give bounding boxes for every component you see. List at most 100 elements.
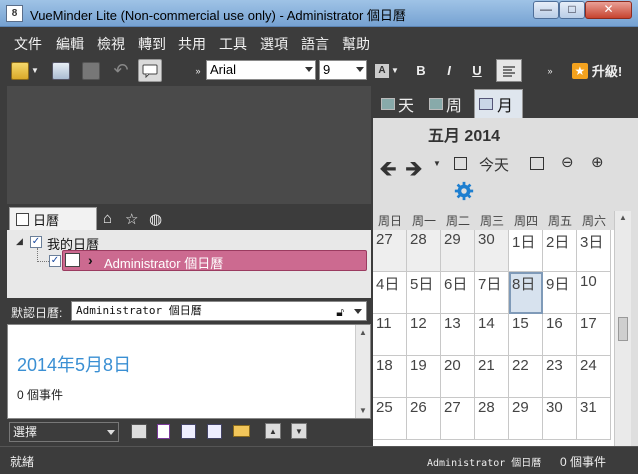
day-cell[interactable]: 28 <box>407 230 441 272</box>
day-cell[interactable]: 27 <box>373 230 407 272</box>
new-event-button[interactable]: ▼ <box>10 59 40 82</box>
envelope-icon[interactable] <box>233 425 250 437</box>
menu-view[interactable]: 檢視 <box>97 34 125 54</box>
email-button[interactable] <box>80 59 102 82</box>
print-icon[interactable] <box>131 424 147 439</box>
day-cell[interactable]: 4日 <box>373 272 407 314</box>
maximize-button[interactable]: □ <box>559 1 585 19</box>
tab-tags[interactable]: ⌂ <box>103 207 123 230</box>
tab-week[interactable]: 周 <box>429 89 475 118</box>
italic-button[interactable]: I <box>438 59 460 82</box>
menu-tools[interactable]: 工具 <box>219 34 247 54</box>
calendar-item-selected[interactable]: › Administrator 個日曆 <box>62 250 367 271</box>
scroll-up-icon[interactable]: ▲ <box>359 328 367 337</box>
document-icon[interactable] <box>157 424 170 439</box>
menu-options[interactable]: 選項 <box>260 34 288 54</box>
day-cell[interactable]: 30 <box>543 398 577 440</box>
day-cell[interactable]: 14 <box>475 314 509 356</box>
zoom-in-icon[interactable]: ⊕ <box>591 153 604 171</box>
day-cell[interactable]: 19 <box>407 356 441 398</box>
day-cell[interactable]: 13 <box>441 314 475 356</box>
move-up-icon[interactable]: ▲ <box>265 423 281 439</box>
day-cell[interactable]: 3日 <box>577 230 611 272</box>
day-cell[interactable]: 29 <box>441 230 475 272</box>
day-cell[interactable]: 29 <box>509 398 543 440</box>
notes-button[interactable] <box>138 59 162 82</box>
day-cell[interactable]: 27 <box>441 398 475 440</box>
menu-language[interactable]: 語言 <box>301 34 329 54</box>
menu-edit[interactable]: 編輯 <box>56 34 84 54</box>
day-cell[interactable]: 25 <box>373 398 407 440</box>
date-picker-icon[interactable] <box>530 157 544 170</box>
default-calendar-label: 默認日曆: <box>11 306 63 320</box>
move-down-icon[interactable]: ▼ <box>291 423 307 439</box>
day-cell[interactable]: 2日 <box>543 230 577 272</box>
root-checkbox[interactable]: ✓ <box>30 236 42 248</box>
calendar-checkbox[interactable]: ✓ <box>49 255 61 267</box>
day-cell[interactable]: 26 <box>407 398 441 440</box>
scroll-thumb[interactable] <box>618 317 628 341</box>
dropdown-arrow-icon[interactable]: ▼ <box>433 159 441 168</box>
day-cell[interactable]: 15 <box>509 314 543 356</box>
tab-month[interactable]: 月 <box>474 89 523 118</box>
paste-icon[interactable] <box>207 424 222 439</box>
month-scrollbar[interactable]: ▲ <box>614 211 631 446</box>
tab-internet[interactable]: ◍ <box>149 207 169 230</box>
menu-goto[interactable]: 轉到 <box>138 34 166 54</box>
scroll-up-icon[interactable]: ▲ <box>619 213 627 222</box>
day-cell[interactable]: 22 <box>509 356 543 398</box>
day-cell[interactable]: 10 <box>577 272 611 314</box>
copy-icon[interactable] <box>181 424 196 439</box>
day-cell[interactable]: 24 <box>577 356 611 398</box>
overflow-chevron-icon[interactable]: » <box>193 59 203 82</box>
day-cell[interactable]: 9日 <box>543 272 577 314</box>
day-cell[interactable]: 21 <box>475 356 509 398</box>
underline-button[interactable]: U <box>466 59 488 82</box>
settings-gear-icon[interactable] <box>453 180 475 202</box>
tab-day[interactable]: 天 <box>381 89 427 118</box>
today-button[interactable]: 今天 <box>479 154 509 175</box>
open-button[interactable] <box>50 59 72 82</box>
undo-button[interactable]: ↶ <box>110 59 132 82</box>
align-button[interactable] <box>496 59 522 82</box>
menu-help[interactable]: 幫助 <box>342 34 370 54</box>
day-cell[interactable]: 30 <box>475 230 509 272</box>
bold-button[interactable]: B <box>410 59 432 82</box>
menu-share[interactable]: 共用 <box>178 34 206 54</box>
close-button[interactable]: ✕ <box>585 1 632 19</box>
collapse-arrow-icon[interactable]: ◢ <box>16 236 23 247</box>
text-color-button[interactable]: A ▼ <box>373 59 401 82</box>
previous-arrow-icon[interactable]: 🡸︎ <box>379 152 397 190</box>
day-cell[interactable]: 5日 <box>407 272 441 314</box>
day-cell[interactable]: 12 <box>407 314 441 356</box>
font-size-select[interactable]: 9 <box>319 60 367 80</box>
day-cell[interactable]: 18 <box>373 356 407 398</box>
default-calendar-select[interactable]: Administrator 個日曆 🔓︎ <box>71 301 367 321</box>
menu-file[interactable]: 文件 <box>14 34 42 54</box>
day-cell-today[interactable]: 8日 <box>509 272 543 314</box>
day-cell[interactable]: 7日 <box>475 272 509 314</box>
day-cell[interactable]: 20 <box>441 356 475 398</box>
weekday-label: 周日 <box>377 214 402 228</box>
upgrade-button[interactable]: ★ 升級! <box>562 59 632 82</box>
calendar-small-icon[interactable] <box>454 157 467 170</box>
day-cell[interactable]: 31 <box>577 398 611 440</box>
font-family-select[interactable]: Arial <box>206 60 316 80</box>
day-cell[interactable]: 17 <box>577 314 611 356</box>
tab-favorites[interactable]: ☆ <box>125 207 145 230</box>
zoom-out-icon[interactable]: ⊖ <box>561 153 574 171</box>
next-arrow-icon[interactable]: 🡺︎ <box>405 152 423 190</box>
scroll-down-icon[interactable]: ▼ <box>359 406 367 415</box>
detail-scrollbar[interactable]: ▲ ▼ <box>355 325 370 418</box>
day-cell[interactable]: 28 <box>475 398 509 440</box>
day-cell[interactable]: 6日 <box>441 272 475 314</box>
day-cell[interactable]: 16 <box>543 314 577 356</box>
day-cell[interactable]: 1日 <box>509 230 543 272</box>
day-cell[interactable]: 11 <box>373 314 407 356</box>
tab-calendars[interactable]: 日曆 <box>9 207 97 230</box>
select-dropdown[interactable]: 選擇 <box>9 422 119 442</box>
speech-bubble-icon <box>142 64 158 78</box>
minimize-button[interactable]: — <box>533 1 559 19</box>
overflow-chevron-icon[interactable]: » <box>545 59 555 82</box>
day-cell[interactable]: 23 <box>543 356 577 398</box>
